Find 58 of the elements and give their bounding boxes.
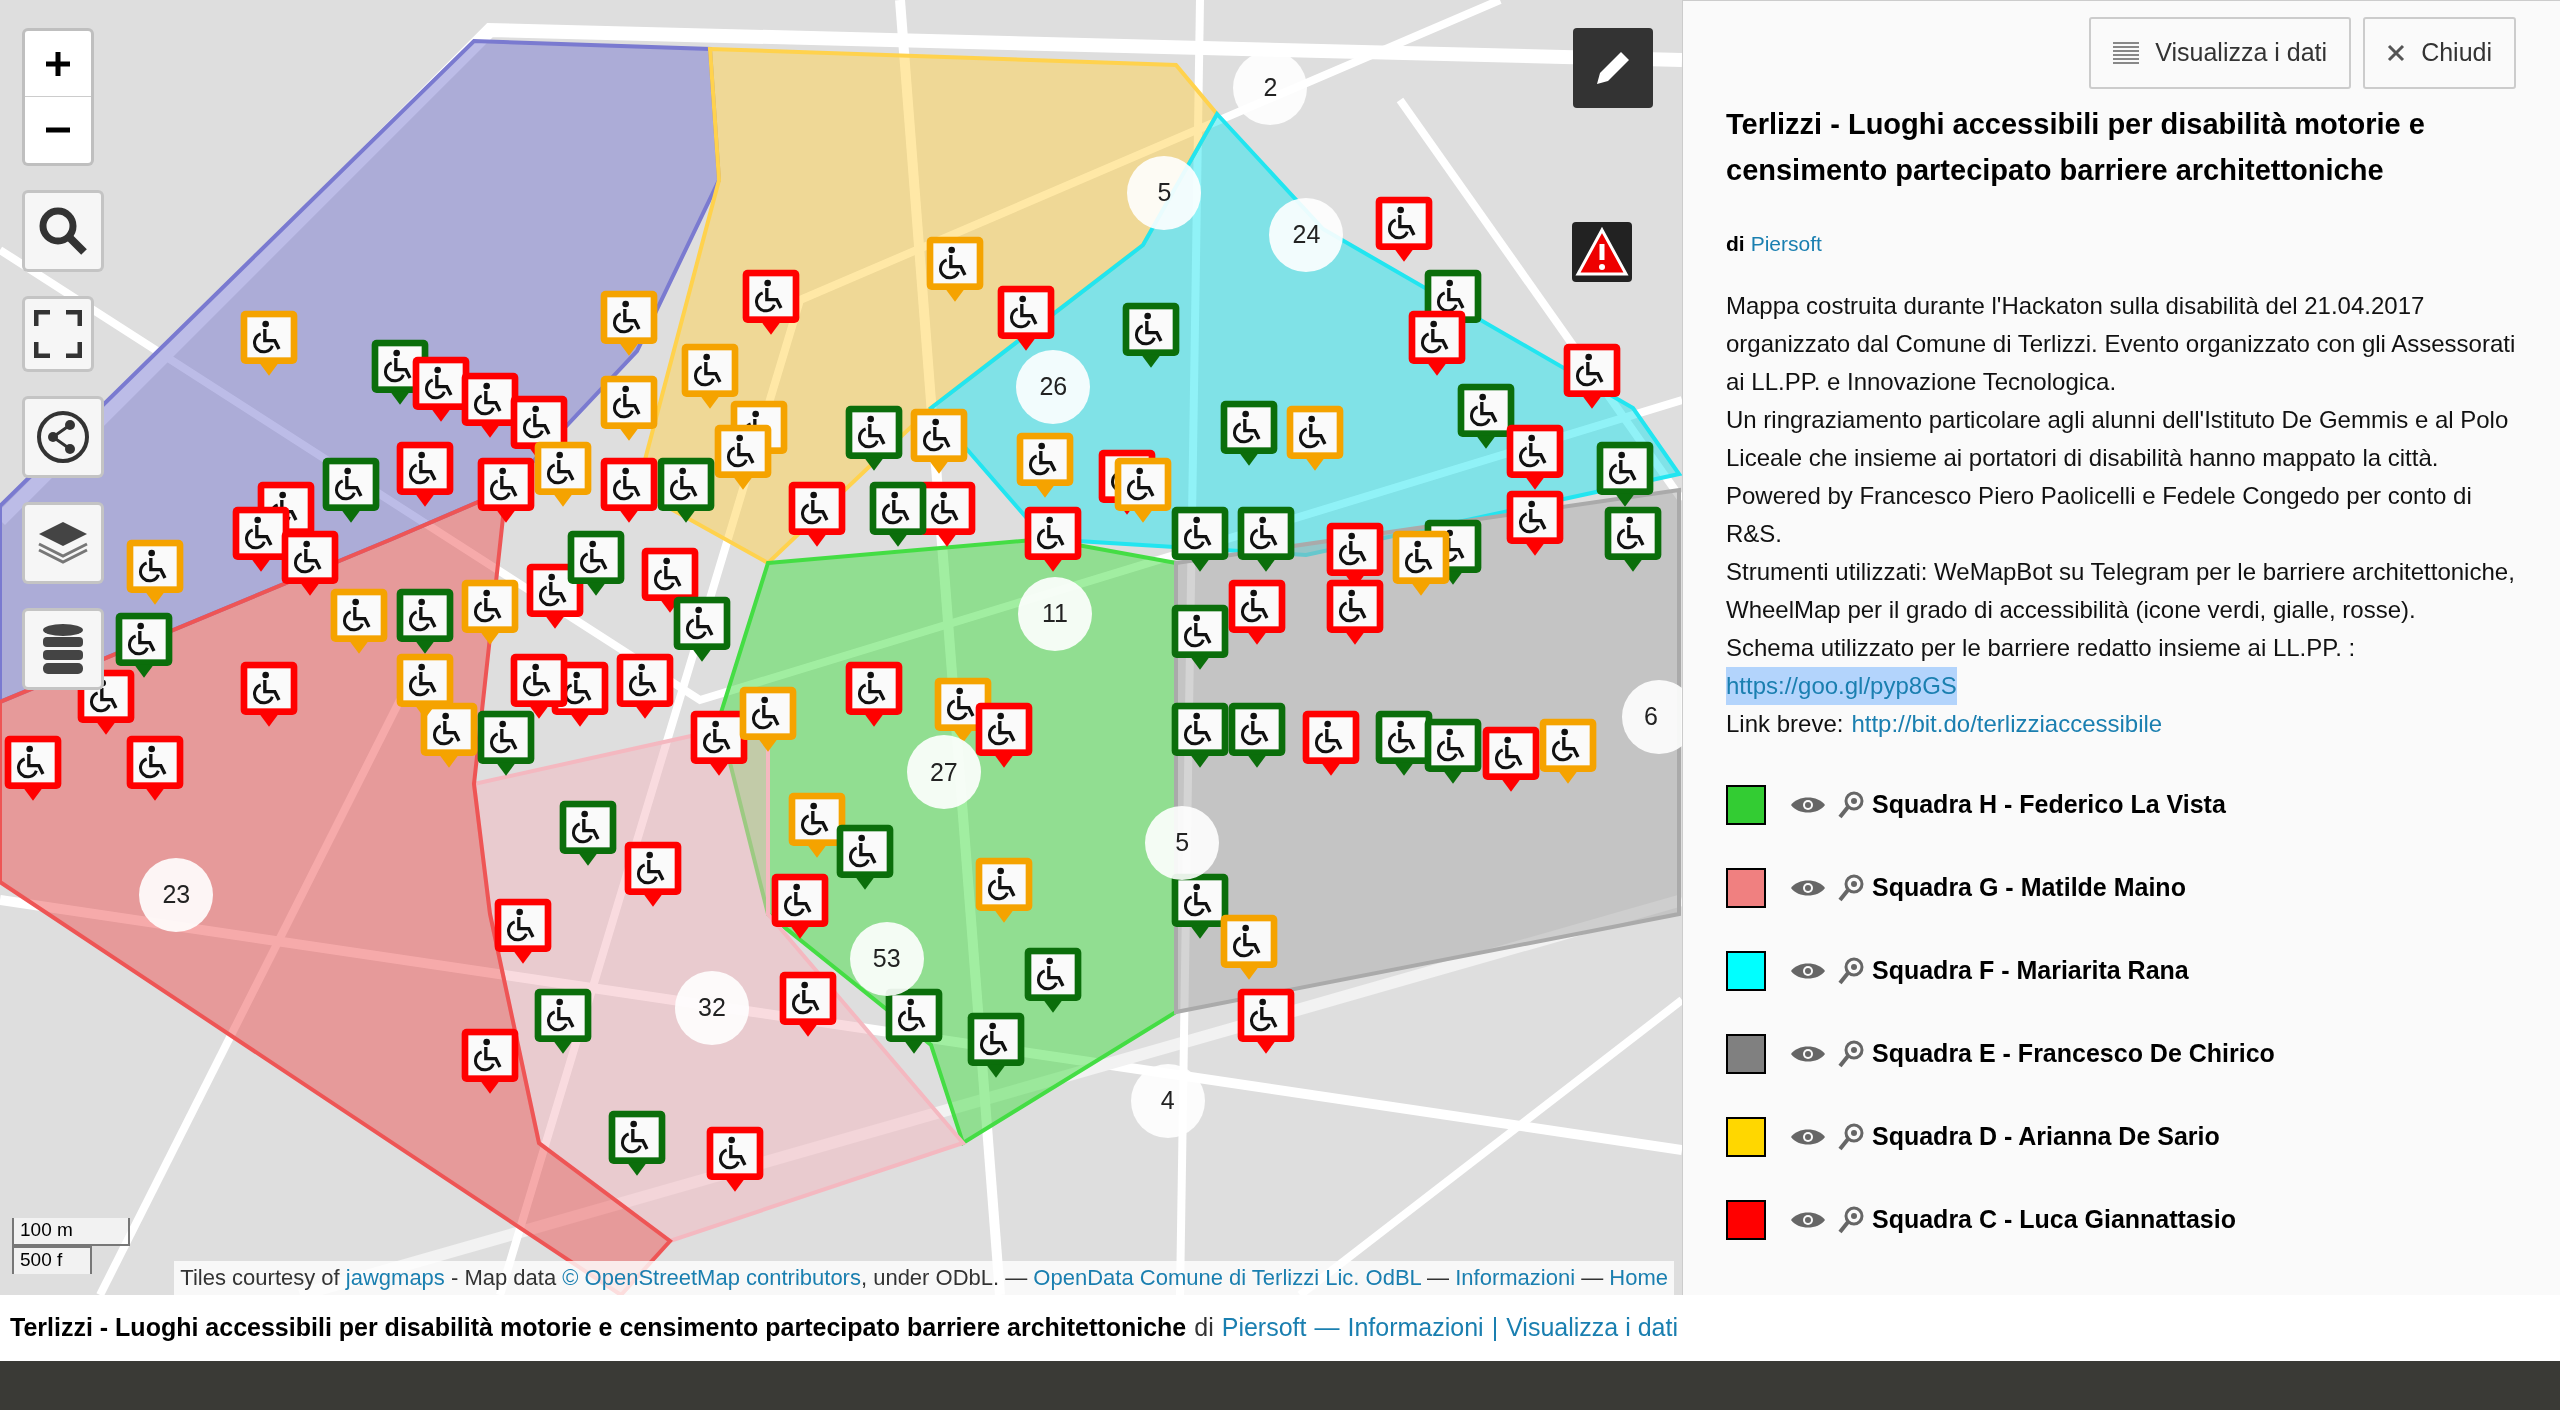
scale-label: 500 f [12, 1246, 92, 1274]
minus-icon [46, 127, 70, 133]
footer-link[interactable]: Informazioni [1347, 1309, 1484, 1347]
attribution-text: Tiles courtesy of [180, 1265, 341, 1290]
legend-label: Squadra G - Matilde Maino [1872, 871, 2186, 903]
short-link[interactable]: http://bit.do/terlizziaccessibile [1851, 705, 2163, 743]
description-text: Schema utilizzato per le barriere redatto insieme ai LL.PP. : [1726, 633, 2357, 663]
separator-text: — [1314, 1312, 1340, 1344]
close-button[interactable]: Chiudi [2363, 17, 2516, 89]
fullscreen-button[interactable] [22, 296, 94, 372]
description-text: Strumenti utilizzati: WeMapBot su Telegram per le barriere architettoniche, WheelMap per il grado di accessibilità (icone verdi, gialle, rosse). [1726, 557, 2516, 625]
attribution-text: , under ODbL. — [860, 1265, 1029, 1290]
attribution-link[interactable]: Informazioni [1455, 1265, 1576, 1290]
fullscreen-icon [34, 310, 82, 358]
view-data-button[interactable]: Visualizza i dati [2089, 17, 2352, 89]
database-icon [41, 622, 85, 676]
legend-label: Squadra H - Federico La Vista [1872, 788, 2226, 820]
footer-title: Terlizzi - Luoghi accessibili per disabilità motorie e censimento partecipato barriere architettoniche [10, 1312, 1187, 1344]
list-icon [2113, 41, 2140, 65]
legend-label: Squadra F - Mariarita Rana [1872, 954, 2189, 986]
zoom-icon[interactable] [1838, 1205, 1864, 1234]
close-icon [2387, 44, 2406, 62]
zoom-icon[interactable] [1838, 873, 1864, 902]
zoom-icon[interactable] [1838, 1039, 1864, 1068]
attribution-link[interactable]: Home [1609, 1265, 1668, 1290]
warning-icon[interactable] [1572, 222, 1632, 282]
panel-title: Terlizzi - Luoghi accessibili per disabilità motorie e censimento partecipato barriere architettoniche [1726, 107, 2426, 188]
description-text: Un ringraziamento particolare agli alunni dell'Istituto De Gemmis e al Polo Liceale che insieme ai portatori di disabilità hanno mappato la città. Powered by Francesco Piero Paolicelli e Fedele Congedo per conto di R&S. [1726, 405, 2510, 549]
footer-link[interactable]: Visualizza i dati [1506, 1309, 1678, 1347]
attribution-text: — [1580, 1265, 1605, 1290]
attribution-link[interactable]: © OpenStreetMap contributors [562, 1265, 861, 1290]
author-prefix: di [1726, 231, 1745, 257]
attribution-text: — [1426, 1265, 1451, 1290]
share-icon [36, 410, 90, 464]
description-text: Mappa costruita durante l'Hackaton sulla disabilità del 21.04.2017 organizzato dal Comune di Terlizzi. Evento organizzato con gli Assessorati ai LL.PP. e Innovazione Tecnologica. [1726, 291, 2516, 397]
scale-label: 100 m [12, 1218, 130, 1246]
layers-button[interactable] [22, 502, 104, 584]
search-icon [37, 205, 89, 257]
short-link-label: Link breve: [1726, 709, 1844, 739]
attribution-text: - Map data [449, 1265, 558, 1290]
legend-label: Squadra C - Luca Giannattasio [1872, 1203, 2236, 1235]
zoom-icon[interactable] [1838, 790, 1864, 819]
attribution-link[interactable]: OpenData Comune di Terlizzi Lic. OdBL [1033, 1265, 1421, 1290]
share-button[interactable] [22, 396, 104, 478]
layers-icon [36, 520, 90, 566]
plus-icon [44, 49, 72, 78]
attribution-link[interactable]: jawgmaps [345, 1265, 445, 1290]
zoom-icon[interactable] [1838, 956, 1864, 985]
database-button[interactable] [22, 608, 104, 690]
legend-label: Squadra D - Arianna De Sario [1872, 1120, 2220, 1152]
footer-link[interactable]: Piersoft [1221, 1309, 1307, 1347]
separator-text: | [1491, 1312, 1499, 1344]
search-button[interactable] [22, 190, 104, 272]
legend-label: Squadra E - Francesco De Chirico [1872, 1037, 2275, 1069]
author-link[interactable]: Piersoft [1750, 229, 1822, 259]
footer-author-prefix: di [1194, 1312, 1214, 1344]
zoom-icon[interactable] [1838, 1122, 1864, 1151]
edit-button[interactable] [1573, 28, 1653, 108]
